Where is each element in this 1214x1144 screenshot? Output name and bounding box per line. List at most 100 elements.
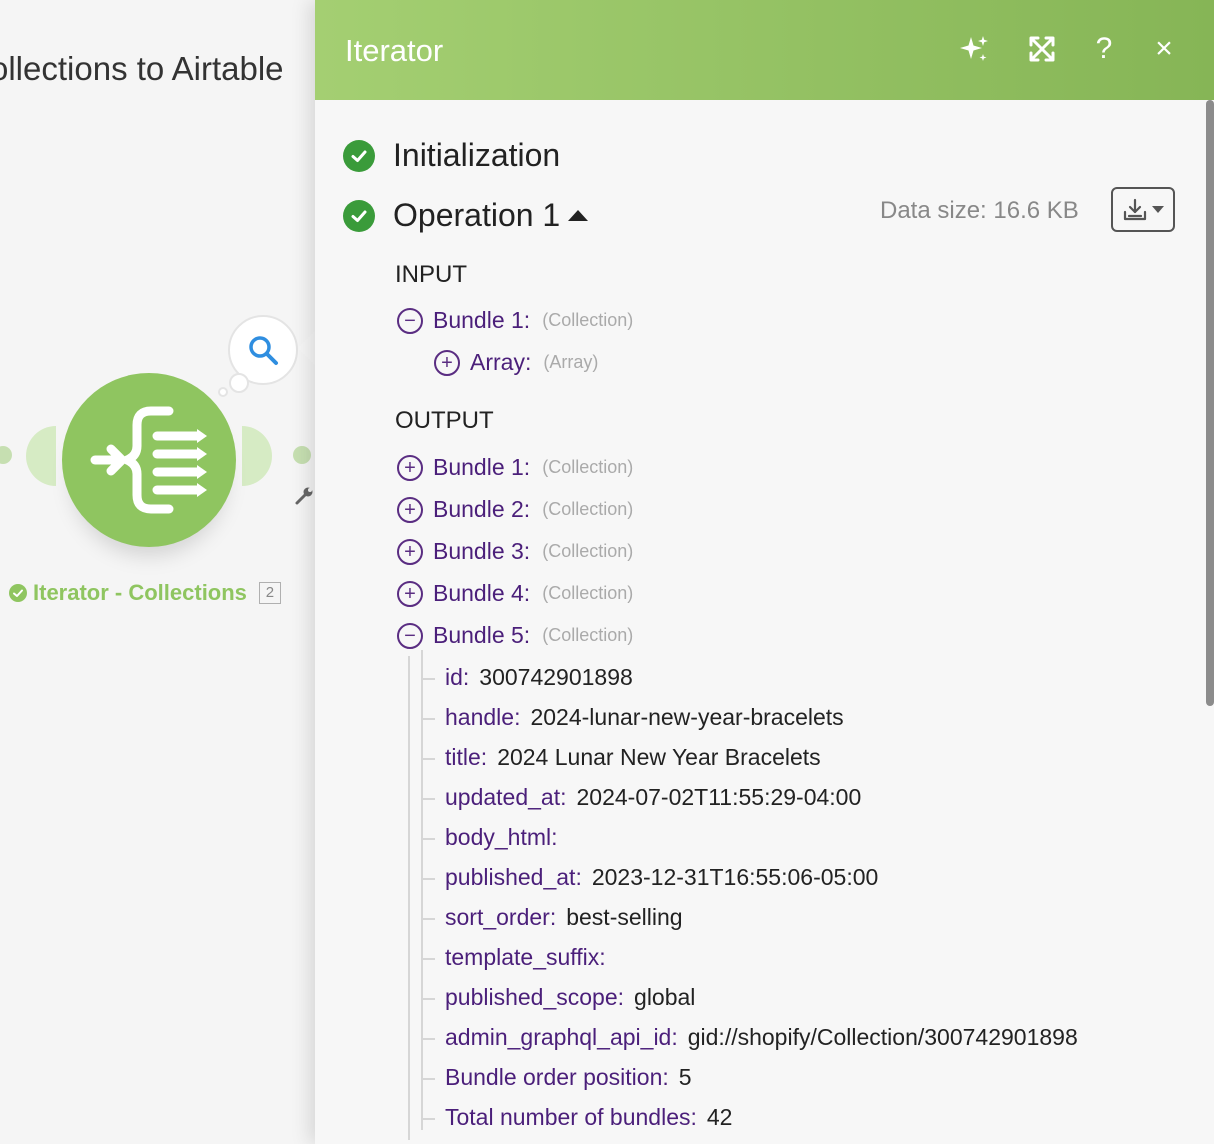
field-row[interactable]: title: 2024 Lunar New Year Bracelets bbox=[421, 730, 821, 771]
field-row[interactable]: published_scope: global bbox=[421, 970, 696, 1011]
bundle-key: Bundle 3: bbox=[433, 538, 531, 564]
bundle-type: (Collection) bbox=[542, 499, 634, 519]
expand-plus-icon[interactable]: + bbox=[397, 496, 423, 523]
output-inspector-panel: Iterator ? × Initialization Operation 1 … bbox=[315, 0, 1214, 1144]
wrench-icon[interactable] bbox=[294, 486, 314, 506]
field-row[interactable]: updated_at: 2024-07-02T11:55:29-04:00 bbox=[421, 770, 862, 811]
bundle-type: (Collection) bbox=[542, 457, 634, 477]
input-section-label: INPUT bbox=[395, 261, 467, 288]
field-value: 42 bbox=[706, 1104, 733, 1130]
collapse-icon[interactable]: − bbox=[397, 622, 423, 649]
bundle-key: Bundle 1: bbox=[433, 307, 531, 333]
scenario-canvas: ollections to Airtable Iterator - Collec… bbox=[0, 0, 316, 1144]
field-key: template_suffix: bbox=[445, 944, 606, 970]
output-bundle-row[interactable]: + Bundle 4: (Collection) bbox=[397, 580, 633, 607]
field-row[interactable]: handle: 2024-lunar-new-year-bracelets bbox=[421, 690, 844, 731]
check-icon bbox=[343, 139, 375, 172]
bundle-type: (Collection) bbox=[542, 625, 634, 645]
panel-scrollbar[interactable] bbox=[1206, 100, 1214, 706]
output-section-label: OUTPUT bbox=[395, 407, 494, 434]
bundle-key: Bundle 5: bbox=[433, 622, 531, 648]
search-icon[interactable] bbox=[247, 334, 279, 366]
input-array-row[interactable]: + Array: (Array) bbox=[434, 349, 598, 376]
field-row[interactable]: Bundle order position: 5 bbox=[421, 1050, 692, 1091]
panel-header: Iterator ? × bbox=[315, 0, 1214, 100]
field-value: 2023-12-31T16:55:06-05:00 bbox=[591, 864, 879, 890]
expand-icon bbox=[1029, 36, 1055, 62]
module-name: Iterator - Collections bbox=[33, 580, 247, 605]
field-value: best-selling bbox=[566, 904, 683, 930]
expand-plus-icon[interactable]: + bbox=[434, 349, 460, 376]
collapse-icon[interactable]: − bbox=[397, 307, 423, 334]
scenario-title: ollections to Airtable bbox=[0, 50, 284, 87]
field-row[interactable]: template_suffix: bbox=[421, 930, 616, 971]
output-bundle-row[interactable]: + Bundle 1: (Collection) bbox=[397, 454, 633, 481]
array-type: (Array) bbox=[543, 352, 599, 372]
ai-assist-button[interactable] bbox=[957, 32, 991, 66]
panel-title: Iterator bbox=[345, 33, 444, 68]
array-key: Array: bbox=[470, 349, 532, 375]
expand-button[interactable] bbox=[1025, 32, 1059, 66]
iterator-icon bbox=[90, 406, 207, 514]
bundle-key: Bundle 1: bbox=[433, 454, 531, 480]
field-key: sort_order: bbox=[445, 904, 557, 930]
sparkle-icon bbox=[960, 36, 988, 61]
expand-plus-icon[interactable]: + bbox=[397, 454, 423, 481]
field-value: 2024-07-02T11:55:29-04:00 bbox=[576, 784, 862, 810]
bundle-key: Bundle 2: bbox=[433, 496, 531, 522]
bundle-key: Bundle 4: bbox=[433, 580, 531, 606]
initialization-label: Initialization bbox=[393, 137, 561, 173]
field-row[interactable]: sort_order: best-selling bbox=[421, 890, 683, 931]
bundle-type: (Collection) bbox=[542, 583, 634, 603]
field-value: gid://shopify/Collection/300742901898 bbox=[687, 1024, 1078, 1050]
field-key: published_at: bbox=[445, 864, 582, 890]
expand-plus-icon[interactable]: + bbox=[397, 538, 423, 565]
field-key: id: bbox=[445, 664, 470, 690]
field-value: 300742901898 bbox=[479, 664, 633, 690]
close-button[interactable]: × bbox=[1147, 32, 1181, 66]
field-key: Bundle order position: bbox=[445, 1064, 669, 1090]
bubble-tail-small bbox=[229, 373, 249, 393]
caret-up-icon[interactable] bbox=[568, 210, 589, 221]
field-row[interactable]: admin_graphql_api_id: gid://shopify/Coll… bbox=[421, 1010, 1078, 1051]
success-check-icon bbox=[9, 584, 27, 602]
bubble-tail-tiny bbox=[218, 387, 228, 397]
field-key: admin_graphql_api_id: bbox=[445, 1024, 678, 1050]
operation-row[interactable]: Operation 1 bbox=[343, 197, 589, 234]
help-button[interactable]: ? bbox=[1087, 32, 1121, 66]
tree-guide-line bbox=[408, 656, 410, 1140]
field-key: updated_at: bbox=[445, 784, 567, 810]
chevron-down-icon bbox=[1152, 205, 1164, 213]
download-icon bbox=[1123, 198, 1147, 220]
field-value: 5 bbox=[678, 1064, 692, 1090]
field-key: handle: bbox=[445, 704, 521, 730]
field-value: 2024 Lunar New Year Bracelets bbox=[497, 744, 821, 770]
output-bundle-row[interactable]: − Bundle 5: (Collection) bbox=[397, 622, 633, 649]
operation-label: Operation 1 bbox=[393, 197, 561, 233]
bundle-type: (Collection) bbox=[542, 310, 634, 330]
expand-plus-icon[interactable]: + bbox=[397, 580, 423, 607]
output-bundle-row[interactable]: + Bundle 3: (Collection) bbox=[397, 538, 633, 565]
field-key: title: bbox=[445, 744, 488, 770]
input-bundle-row[interactable]: − Bundle 1: (Collection) bbox=[397, 307, 633, 334]
module-label: Iterator - Collections 2 bbox=[9, 580, 281, 606]
initialization-row[interactable]: Initialization bbox=[343, 137, 560, 174]
field-key: published_scope: bbox=[445, 984, 625, 1010]
left-connector-dot bbox=[0, 446, 12, 464]
field-row[interactable]: published_at: 2023-12-31T16:55:06-05:00 bbox=[421, 850, 879, 891]
field-row[interactable]: body_html: bbox=[421, 810, 568, 851]
bundle-type: (Collection) bbox=[542, 541, 634, 561]
output-bundle-row[interactable]: + Bundle 2: (Collection) bbox=[397, 496, 633, 523]
download-button[interactable] bbox=[1111, 187, 1175, 232]
panel-pointer bbox=[298, 330, 316, 366]
field-value: global bbox=[634, 984, 696, 1010]
field-value: 2024-lunar-new-year-bracelets bbox=[530, 704, 844, 730]
right-connector-dot[interactable] bbox=[293, 446, 311, 464]
module-count-badge: 2 bbox=[258, 582, 281, 604]
field-key: Total number of bundles: bbox=[445, 1104, 697, 1130]
check-icon bbox=[343, 199, 375, 232]
field-row[interactable]: Total number of bundles: 42 bbox=[421, 1090, 733, 1131]
field-row[interactable]: id: 300742901898 bbox=[421, 650, 633, 691]
data-size: Data size: 16.6 KB bbox=[880, 197, 1079, 224]
field-key: body_html: bbox=[445, 824, 558, 850]
